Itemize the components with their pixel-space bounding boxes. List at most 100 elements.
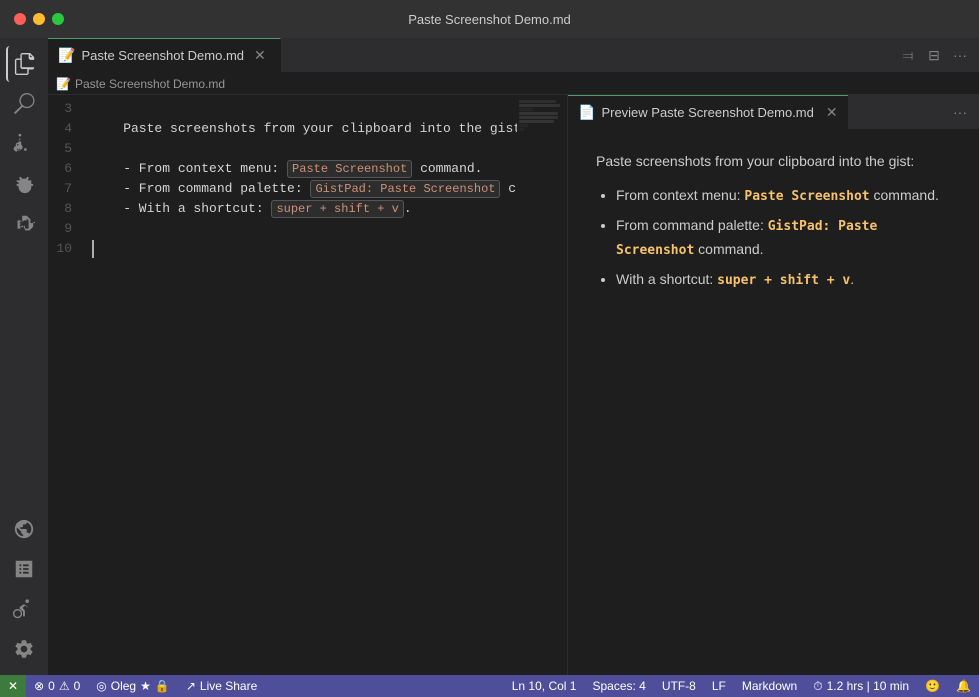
sidebar-item-source-control[interactable]	[6, 126, 42, 162]
preview-tab[interactable]: 📄 Preview Paste Screenshot Demo.md ✕	[568, 95, 848, 129]
breadcrumb-text: Paste Screenshot Demo.md	[75, 77, 225, 91]
spaces-text: Spaces: 4	[592, 679, 645, 693]
sidebar-item-files[interactable]	[6, 46, 42, 82]
preview-item-3-suffix: .	[850, 271, 854, 287]
statusbar-errors[interactable]: ⊗ 0 ⚠ 0	[26, 675, 88, 697]
statusbar-user[interactable]: ◎ Oleg ★ 🔒	[88, 675, 178, 697]
settings-icon[interactable]	[6, 631, 42, 667]
error-count: 0	[48, 679, 55, 693]
preview-tab-actions: ···	[941, 95, 979, 129]
titlebar: Paste Screenshot Demo.md	[0, 0, 979, 38]
emoji-icon: 🙂	[925, 679, 940, 693]
split-editor-button[interactable]: ⫤	[897, 44, 919, 66]
tab-close-button[interactable]: ✕	[250, 45, 270, 66]
inline-code-3: super + shift + v	[271, 200, 403, 218]
code-line-3	[88, 99, 517, 119]
statusbar-emoji[interactable]: 🙂	[917, 675, 948, 697]
preview-item-2-prefix: From command palette:	[616, 217, 768, 233]
statusbar-x-label: ✕	[8, 679, 18, 693]
statusbar-spaces[interactable]: Spaces: 4	[584, 675, 653, 697]
preview-item-1: From context menu: Paste Screenshot comm…	[616, 184, 951, 208]
lock-icon: 🔒	[155, 679, 170, 693]
statusbar-position[interactable]: Ln 10, Col 1	[504, 675, 585, 697]
preview-item-3-kbd: super + shift + v	[717, 273, 850, 288]
statusbar-line-ending[interactable]: LF	[704, 675, 734, 697]
sidebar-item-extensions[interactable]	[6, 206, 42, 242]
code-line-6: - From context menu: Paste Screenshot co…	[88, 159, 517, 179]
user-name: Oleg	[111, 679, 136, 693]
minimap	[517, 95, 567, 675]
tab-file-icon: 📝	[58, 47, 75, 64]
code-line-7: - From command palette: GistPad: Paste S…	[88, 179, 517, 199]
editor-panels: 3 4 5 6 7 8 9 10 Paste screenshots from …	[48, 95, 979, 675]
preview-item-1-kbd: Paste Screenshot	[744, 189, 869, 204]
line-numbers: 3 4 5 6 7 8 9 10	[48, 95, 88, 675]
code-line-5	[88, 139, 517, 159]
language-text: Markdown	[742, 679, 797, 693]
close-button[interactable]	[14, 13, 26, 25]
titlebar-title: Paste Screenshot Demo.md	[408, 12, 571, 27]
main-layout: 📝 Paste Screenshot Demo.md ✕ ⫤ ⊟ ··· 📝 P…	[0, 38, 979, 675]
breadcrumb: 📝 Paste Screenshot Demo.md	[48, 73, 979, 95]
sidebar-item-remote[interactable]	[6, 511, 42, 547]
preview-tab-close[interactable]: ✕	[826, 104, 838, 121]
statusbar: ✕ ⊗ 0 ⚠ 0 ◎ Oleg ★ 🔒 ↗ Live Share Ln 10,…	[0, 675, 979, 697]
bell-icon: 🔔	[956, 679, 971, 693]
preview-tabs: 📄 Preview Paste Screenshot Demo.md ✕ ···	[568, 95, 979, 130]
active-tab-label: Paste Screenshot Demo.md	[81, 48, 244, 63]
statusbar-right: Ln 10, Col 1 Spaces: 4 UTF-8 LF Markdown…	[504, 675, 979, 697]
preview-item-3: With a shortcut: super + shift + v.	[616, 268, 951, 292]
statusbar-liveshare[interactable]: ↗ Live Share	[178, 675, 265, 697]
breadcrumb-file-icon: 📝	[56, 77, 71, 91]
preview-file-icon: 📄	[578, 104, 595, 121]
position-text: Ln 10, Col 1	[512, 679, 577, 693]
preview-list: From context menu: Paste Screenshot comm…	[616, 184, 951, 291]
preview-panel: 📄 Preview Paste Screenshot Demo.md ✕ ···…	[568, 95, 979, 675]
liveshare-label: Live Share	[200, 679, 257, 693]
more-actions-button[interactable]: ···	[949, 44, 971, 66]
inline-code-2: GistPad: Paste Screenshot	[310, 180, 500, 198]
preview-item-1-suffix: command.	[870, 187, 939, 203]
tabs-actions: ⫤ ⊟ ···	[889, 38, 979, 72]
code-line-8: - With a shortcut: super + shift + v.	[88, 199, 517, 219]
encoding-text: UTF-8	[662, 679, 696, 693]
error-icon: ⊗	[34, 679, 44, 693]
inline-code-1: Paste Screenshot	[287, 160, 412, 178]
preview-tab-label: Preview Paste Screenshot Demo.md	[601, 105, 813, 120]
preview-item-2-suffix: command.	[694, 241, 763, 257]
minimize-button[interactable]	[33, 13, 45, 25]
toggle-layout-button[interactable]: ⊟	[923, 44, 945, 66]
statusbar-encoding[interactable]: UTF-8	[654, 675, 704, 697]
code-editor[interactable]: 3 4 5 6 7 8 9 10 Paste screenshots from …	[48, 95, 568, 675]
code-content: 3 4 5 6 7 8 9 10 Paste screenshots from …	[48, 95, 567, 675]
liveshare-icon: ↗	[186, 679, 196, 693]
statusbar-bell[interactable]: 🔔	[948, 675, 979, 697]
editor-area: 📝 Paste Screenshot Demo.md ✕ ⫤ ⊟ ··· 📝 P…	[48, 38, 979, 675]
activity-bar	[0, 38, 48, 675]
code-lines: Paste screenshots from your clipboard in…	[88, 95, 517, 675]
sidebar-item-debug[interactable]	[6, 166, 42, 202]
sidebar-item-search[interactable]	[6, 86, 42, 122]
clock-icon: ⏱	[813, 679, 822, 694]
line-ending-text: LF	[712, 679, 726, 693]
statusbar-left: ⊗ 0 ⚠ 0 ◎ Oleg ★ 🔒 ↗ Live Share	[26, 675, 265, 697]
sidebar-item-notebook[interactable]	[6, 551, 42, 587]
preview-more-actions[interactable]: ···	[949, 101, 971, 123]
preview-item-2: From command palette: GistPad: Paste Scr…	[616, 214, 951, 262]
preview-item-3-prefix: With a shortcut:	[616, 271, 717, 287]
code-line-9	[88, 219, 517, 239]
sidebar-item-gistpad[interactable]	[6, 591, 42, 627]
user-icon: ◎	[96, 679, 106, 693]
statusbar-x[interactable]: ✕	[0, 675, 26, 697]
window-controls	[14, 13, 64, 25]
statusbar-time[interactable]: ⏱ 1.2 hrs | 10 min	[805, 675, 917, 697]
tabs-bar: 📝 Paste Screenshot Demo.md ✕ ⫤ ⊟ ···	[48, 38, 979, 73]
preview-item-1-prefix: From context menu:	[616, 187, 744, 203]
star-icon: ★	[140, 679, 151, 693]
active-tab[interactable]: 📝 Paste Screenshot Demo.md ✕	[48, 38, 281, 72]
maximize-button[interactable]	[52, 13, 64, 25]
statusbar-language[interactable]: Markdown	[734, 675, 805, 697]
warning-icon: ⚠	[59, 679, 70, 693]
code-line-4: Paste screenshots from your clipboard in…	[88, 119, 517, 139]
preview-intro: Paste screenshots from your clipboard in…	[596, 150, 951, 172]
